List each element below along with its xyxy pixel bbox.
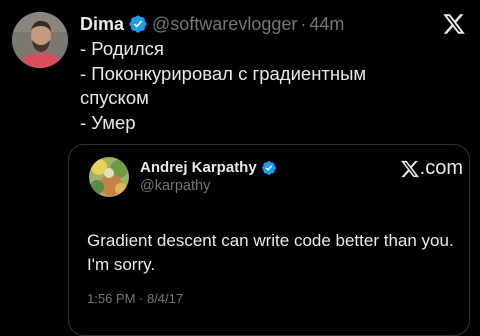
brand-text: .com xyxy=(419,157,463,179)
verified-badge-icon xyxy=(128,14,148,34)
quoted-author-handle[interactable]: @karpathy xyxy=(140,178,210,194)
x-logo-icon[interactable] xyxy=(442,12,466,36)
quoted-name-row: Andrej Karpathy xyxy=(140,159,277,176)
quoted-text-line: I'm sorry. xyxy=(87,255,156,274)
quoted-timestamp: 1:56 PM · 8/4/17 xyxy=(87,291,184,306)
tweet-text-line: - Умер xyxy=(80,111,136,133)
tweet-text-line: - Родился xyxy=(80,38,164,59)
brand-label: .com xyxy=(400,157,463,180)
author-handle[interactable]: @softwarevlogger xyxy=(152,14,297,35)
quoted-avatar-image xyxy=(89,157,129,197)
quoted-text-line: Gradient descent can write code better t… xyxy=(87,231,454,250)
tweet-header: Dima @softwarevlogger · 44m xyxy=(80,12,344,36)
tweet-text-line: спуском xyxy=(80,87,149,108)
quoted-tweet[interactable]: Andrej Karpathy @karpathy .com Gradient … xyxy=(68,144,470,336)
tweet-text-line: - Поконкурировал с градиентным xyxy=(80,62,367,84)
x-logo-icon xyxy=(400,160,419,177)
quoted-tweet-text: Gradient descent can write code better t… xyxy=(87,229,465,277)
separator-dot: · xyxy=(300,13,307,34)
author-name[interactable]: Dima xyxy=(80,14,124,35)
tweet-time[interactable]: 44m xyxy=(309,14,344,35)
tweet-text: - Родился - Поконкурировал с градиентным… xyxy=(80,37,470,135)
quoted-author-name[interactable]: Andrej Karpathy xyxy=(140,159,257,176)
verified-badge-icon xyxy=(261,160,277,176)
quoted-avatar[interactable] xyxy=(89,157,129,197)
avatar-image xyxy=(12,12,68,68)
avatar[interactable] xyxy=(12,12,68,68)
